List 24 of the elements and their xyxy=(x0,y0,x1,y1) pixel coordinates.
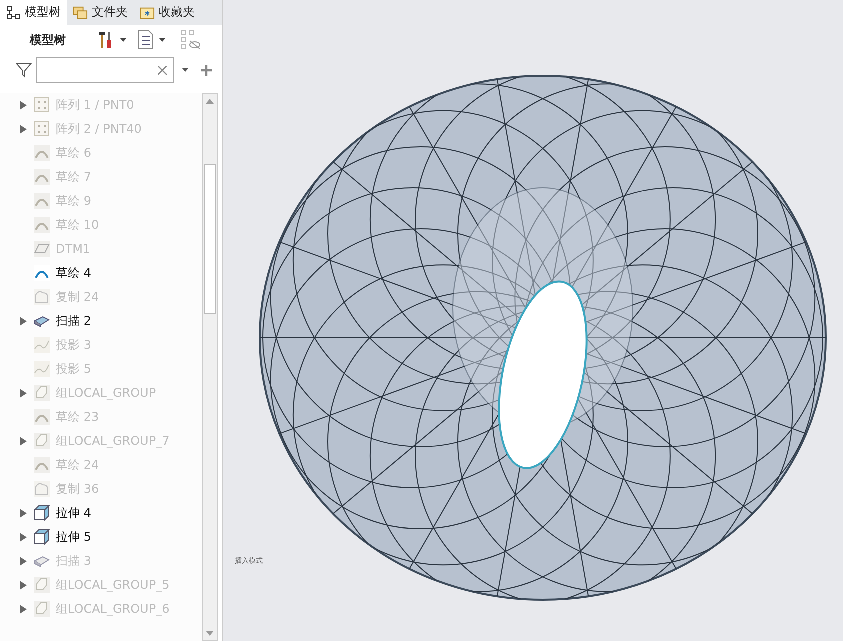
panel-tab[interactable]: 文件夹 xyxy=(67,0,134,25)
expand-arrow-icon[interactable] xyxy=(20,508,27,518)
tree-item[interactable]: 草绘 4 xyxy=(56,264,92,282)
filter-icon[interactable] xyxy=(16,62,32,78)
expand-arrow-icon[interactable] xyxy=(20,532,27,542)
folders-icon xyxy=(73,6,88,20)
tree-item[interactable]: 拉伸 4 xyxy=(56,504,92,522)
tree-visibility-icon[interactable] xyxy=(180,29,202,51)
expand-arrow-icon[interactable] xyxy=(20,316,27,326)
caret-icon xyxy=(120,38,127,42)
panel-tab[interactable]: 模型树 xyxy=(0,0,67,25)
panel-title: 模型树 xyxy=(30,32,66,48)
caret-icon xyxy=(159,38,166,42)
add-icon[interactable] xyxy=(201,64,212,76)
clear-icon[interactable] xyxy=(158,66,167,74)
tree-item[interactable]: 拉伸 5 xyxy=(56,528,92,546)
scrollbar-thumb[interactable] xyxy=(204,164,216,314)
dropdown-caret-icon[interactable] xyxy=(182,68,189,72)
star-folder-icon xyxy=(140,6,155,20)
search-field[interactable] xyxy=(36,57,174,83)
panel-tab[interactable]: 收藏夹 xyxy=(134,0,201,25)
tree-item[interactable]: 扫描 2 xyxy=(56,312,92,330)
list-document-icon xyxy=(137,30,155,50)
tree-icon xyxy=(6,6,21,20)
